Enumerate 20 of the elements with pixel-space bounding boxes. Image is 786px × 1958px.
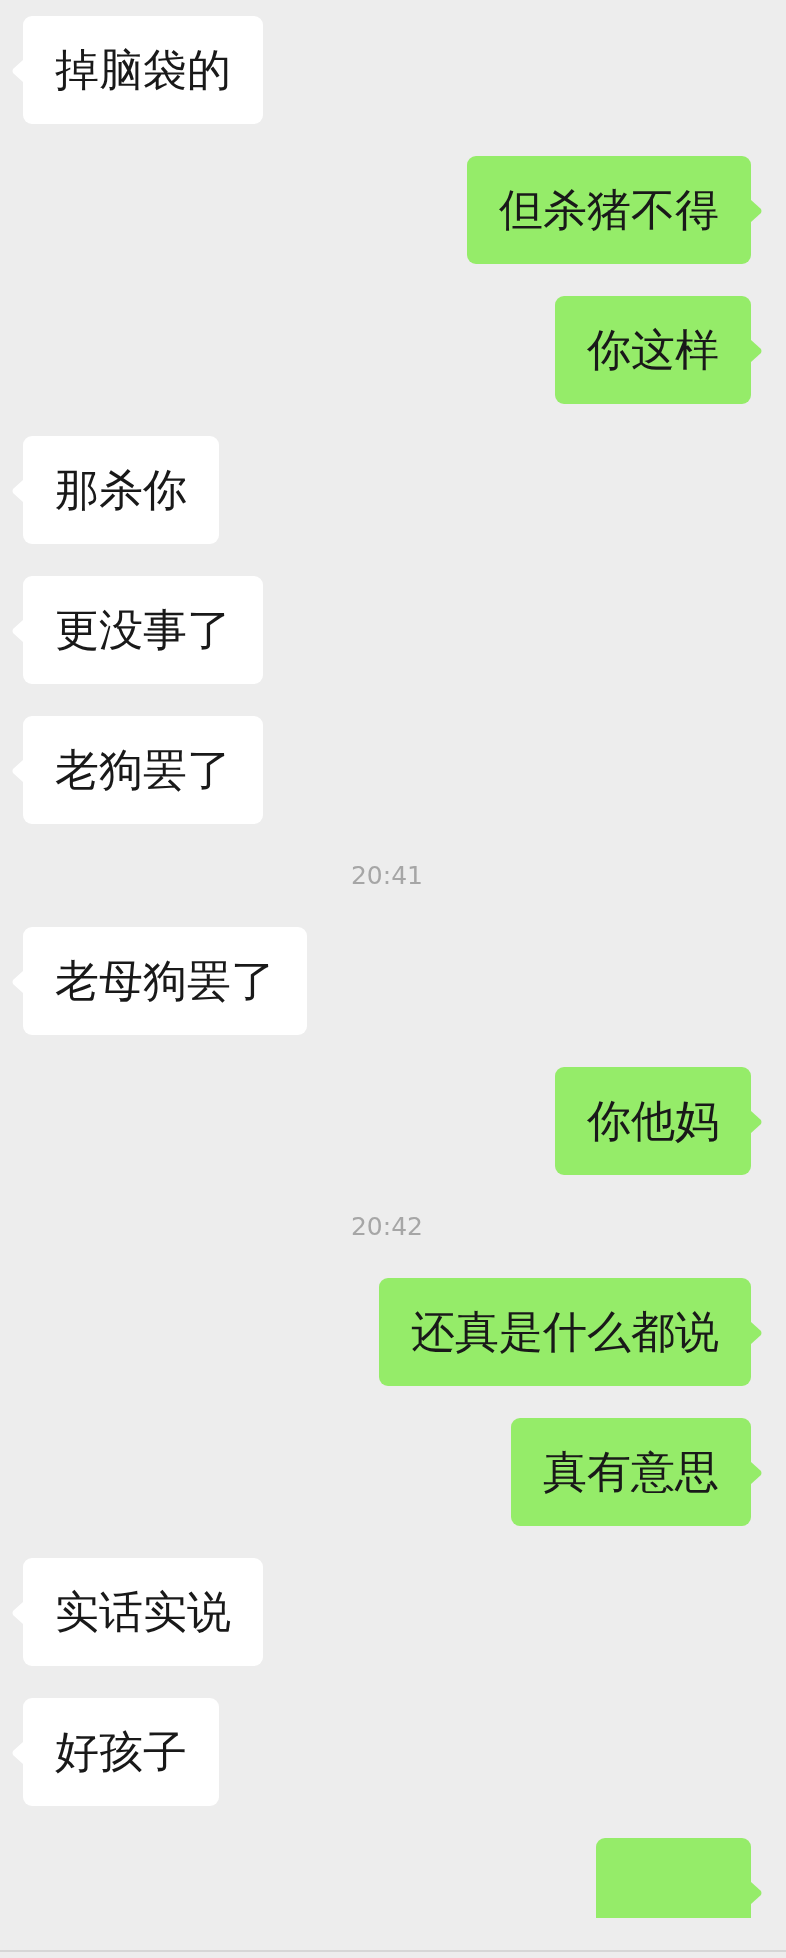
message-bubble: 真有意思 xyxy=(511,1418,751,1526)
bubble-tail-icon xyxy=(751,200,762,222)
message-bubble: 还真是什么都说 xyxy=(379,1278,751,1386)
bubble-tail-icon xyxy=(751,1322,762,1344)
message-bubble: 你这样 xyxy=(555,296,751,404)
message-bubble: 掉脑袋的 xyxy=(23,16,263,124)
message-bubble: 更没事了 xyxy=(23,576,263,684)
timestamp: 20:42 xyxy=(350,1210,423,1243)
message-bubble: 老狗罢了 xyxy=(23,716,263,824)
timestamp: 20:41 xyxy=(350,859,423,892)
message-bubble: 老母狗罢了 xyxy=(23,927,307,1035)
message-bubble: 但杀猪不得 xyxy=(467,156,751,264)
message-bubble: 你他妈 xyxy=(555,1067,751,1175)
bubble-tail-icon xyxy=(751,1111,762,1133)
bubble-tail-icon xyxy=(751,1882,762,1904)
message-bubble: 好孩子 xyxy=(23,1698,219,1806)
bubble-tail-icon xyxy=(751,1462,762,1484)
bubble-tail-icon xyxy=(751,340,762,362)
message-bubble: 实话实说 xyxy=(23,1558,263,1666)
message-bubble: 那杀你 xyxy=(23,436,219,544)
